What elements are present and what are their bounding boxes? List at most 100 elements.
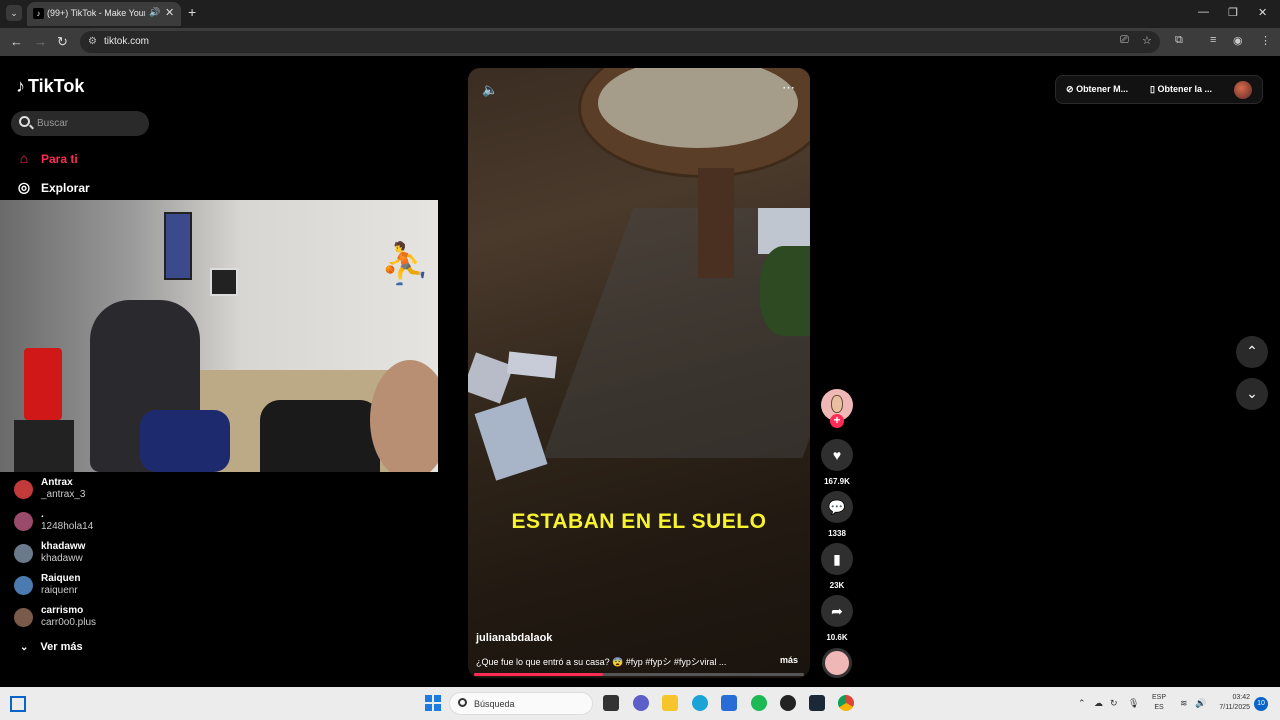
bookmark-icon: ▮ (833, 551, 841, 567)
wifi-icon[interactable]: ≋ (1180, 698, 1188, 709)
windows-taskbar: Búsqueda ⌃ ☁ ↻ 🎙 ESP ES ≋ 🔊 03:42 7/11/2… (0, 687, 1280, 720)
chevron-down-icon: ⌄ (20, 642, 29, 653)
account-item[interactable]: Raiquen raiquenr (14, 573, 154, 601)
nav-item-explorar[interactable]: ◎ Explorar (15, 179, 90, 196)
forward-button[interactable]: → (34, 34, 47, 49)
media-control-icon[interactable]: ≡ (1210, 34, 1216, 46)
search-input[interactable]: Buscar (11, 111, 149, 136)
avatar (14, 480, 33, 499)
close-tab-icon[interactable]: ✕ (165, 6, 174, 19)
reload-button[interactable]: ↻ (57, 34, 68, 50)
tiktok-note-icon: ♪ (16, 76, 25, 96)
browser-toolbar: ← → ↻ ⚙ tiktok.com ⎚ ☆ ⧉ ≡ ◉ ⋮ (0, 28, 1280, 56)
volume-icon[interactable]: 🔈 (482, 82, 498, 98)
microphone-icon[interactable]: 🎙 (1128, 698, 1139, 709)
steam-icon[interactable] (809, 695, 825, 711)
account-item[interactable]: Antrax _antrax_3 (14, 477, 154, 505)
save-button[interactable]: ▮ (821, 543, 853, 575)
coin-icon: ⊘ (1066, 84, 1074, 94)
video-paper (468, 352, 514, 404)
bookmark-star-icon[interactable]: ☆ (1142, 34, 1152, 47)
get-coins-button[interactable]: ⊘ Obtener M... (1066, 84, 1128, 95)
nav-item-para-ti[interactable]: ⌂ Para ti (15, 150, 78, 166)
start-button[interactable] (425, 695, 441, 711)
account-name: . (41, 509, 44, 520)
account-handle: raiquenr (41, 585, 78, 596)
speaker-icon[interactable]: 🔊 (149, 7, 160, 18)
get-app-button[interactable]: ▯ Obtener la ... (1150, 84, 1212, 95)
minimize-button[interactable]: — (1198, 6, 1209, 18)
maximize-button[interactable]: ❐ (1228, 6, 1238, 19)
language-indicator[interactable]: ESP ES (1152, 693, 1166, 713)
new-tab-button[interactable]: + (188, 4, 196, 20)
home-icon: ⌂ (19, 150, 29, 166)
chat-icon[interactable] (633, 695, 649, 711)
obs-icon[interactable] (780, 695, 796, 711)
share-button[interactable]: ➦ (821, 595, 853, 627)
spotify-icon[interactable] (751, 695, 767, 711)
video-progress-fill (474, 673, 603, 676)
previous-video-button[interactable]: ⌃ (1236, 336, 1268, 368)
account-handle: carr0o0.plus (41, 617, 97, 628)
menu-icon[interactable]: ⋮ (1260, 34, 1271, 47)
account-item[interactable]: . 1248hola14 (14, 509, 154, 537)
account-name: Antrax (41, 477, 73, 488)
heart-icon: ♥ (832, 447, 842, 463)
more-link[interactable]: más (780, 655, 798, 665)
taskbar-search[interactable]: Búsqueda (449, 692, 593, 715)
chrome-icon[interactable] (838, 695, 854, 711)
tab-search-button[interactable]: ⌄ (6, 5, 22, 21)
phone-icon: ▯ (1150, 84, 1155, 94)
video-paper (474, 397, 548, 481)
tiktok-favicon-icon: ♪ (33, 8, 44, 19)
music-disc-icon[interactable] (822, 648, 852, 678)
profile-icon[interactable]: ◉ (1233, 34, 1243, 47)
chevron-up-icon[interactable]: ⌃ (1078, 698, 1086, 709)
comment-button[interactable]: 💬 (821, 491, 853, 523)
volume-icon[interactable]: 🔊 (1195, 698, 1206, 709)
clock-time: 03:42 (1232, 694, 1250, 701)
file-explorer-icon[interactable] (662, 695, 678, 711)
chair-seat (140, 410, 230, 472)
chevron-up-icon: ⌃ (1246, 343, 1258, 359)
site-info-icon[interactable]: ⚙ (88, 36, 97, 47)
avatar (14, 576, 33, 595)
close-window-button[interactable]: ✕ (1258, 6, 1267, 19)
next-video-button[interactable]: ⌄ (1236, 378, 1268, 410)
taskbar-search-text: Búsqueda (474, 699, 515, 709)
notification-badge[interactable]: 10 (1254, 697, 1268, 711)
video-author[interactable]: julianabdalaok (476, 632, 552, 644)
like-count: 167.9K (824, 477, 850, 486)
follow-button[interactable]: + (830, 414, 844, 428)
like-button[interactable]: ♥ (821, 439, 853, 471)
clock[interactable]: 03:42 7/11/2025 (1212, 693, 1250, 713)
account-item[interactable]: khadaww khadaww (14, 541, 154, 569)
microphone (24, 348, 62, 420)
browser-tab[interactable]: ♪ (99+) TikTok - Make Your Day 🔊 ✕ (27, 2, 181, 26)
sync-icon[interactable]: ↻ (1110, 698, 1118, 709)
widgets-icon[interactable] (10, 696, 26, 712)
edge-icon[interactable] (692, 695, 708, 711)
tiktok-logo[interactable]: ♪ TikTok (16, 76, 84, 97)
avatar (14, 608, 33, 627)
webcam-overlay: ⛹ (0, 200, 438, 472)
install-app-icon[interactable]: ⎚ (1120, 34, 1129, 47)
store-icon[interactable] (721, 695, 737, 711)
task-view-icon[interactable] (603, 695, 619, 711)
address-bar[interactable]: ⚙ tiktok.com (80, 31, 1160, 53)
see-more-button[interactable]: ⌄ Ver más (20, 641, 83, 653)
comment-icon: 💬 (828, 499, 846, 515)
video-player[interactable]: 🔈 ⋯ ESTABAN EN EL SUELO julianabdalaok ¿… (468, 68, 810, 678)
account-item[interactable]: carrismo carr0o0.plus (14, 605, 154, 633)
video-progress-bar[interactable] (474, 673, 804, 676)
compass-icon: ◎ (17, 179, 31, 195)
wall-frame (210, 268, 238, 296)
share-count: 10.6K (826, 633, 848, 642)
more-options-icon[interactable]: ⋯ (782, 80, 795, 96)
extensions-icon[interactable]: ⧉ (1175, 34, 1183, 47)
back-button[interactable]: ← (10, 34, 23, 49)
search-placeholder: Buscar (37, 118, 69, 129)
account-handle: _antrax_3 (41, 489, 86, 500)
onedrive-icon[interactable]: ☁ (1094, 698, 1103, 709)
user-avatar[interactable] (1234, 81, 1252, 99)
